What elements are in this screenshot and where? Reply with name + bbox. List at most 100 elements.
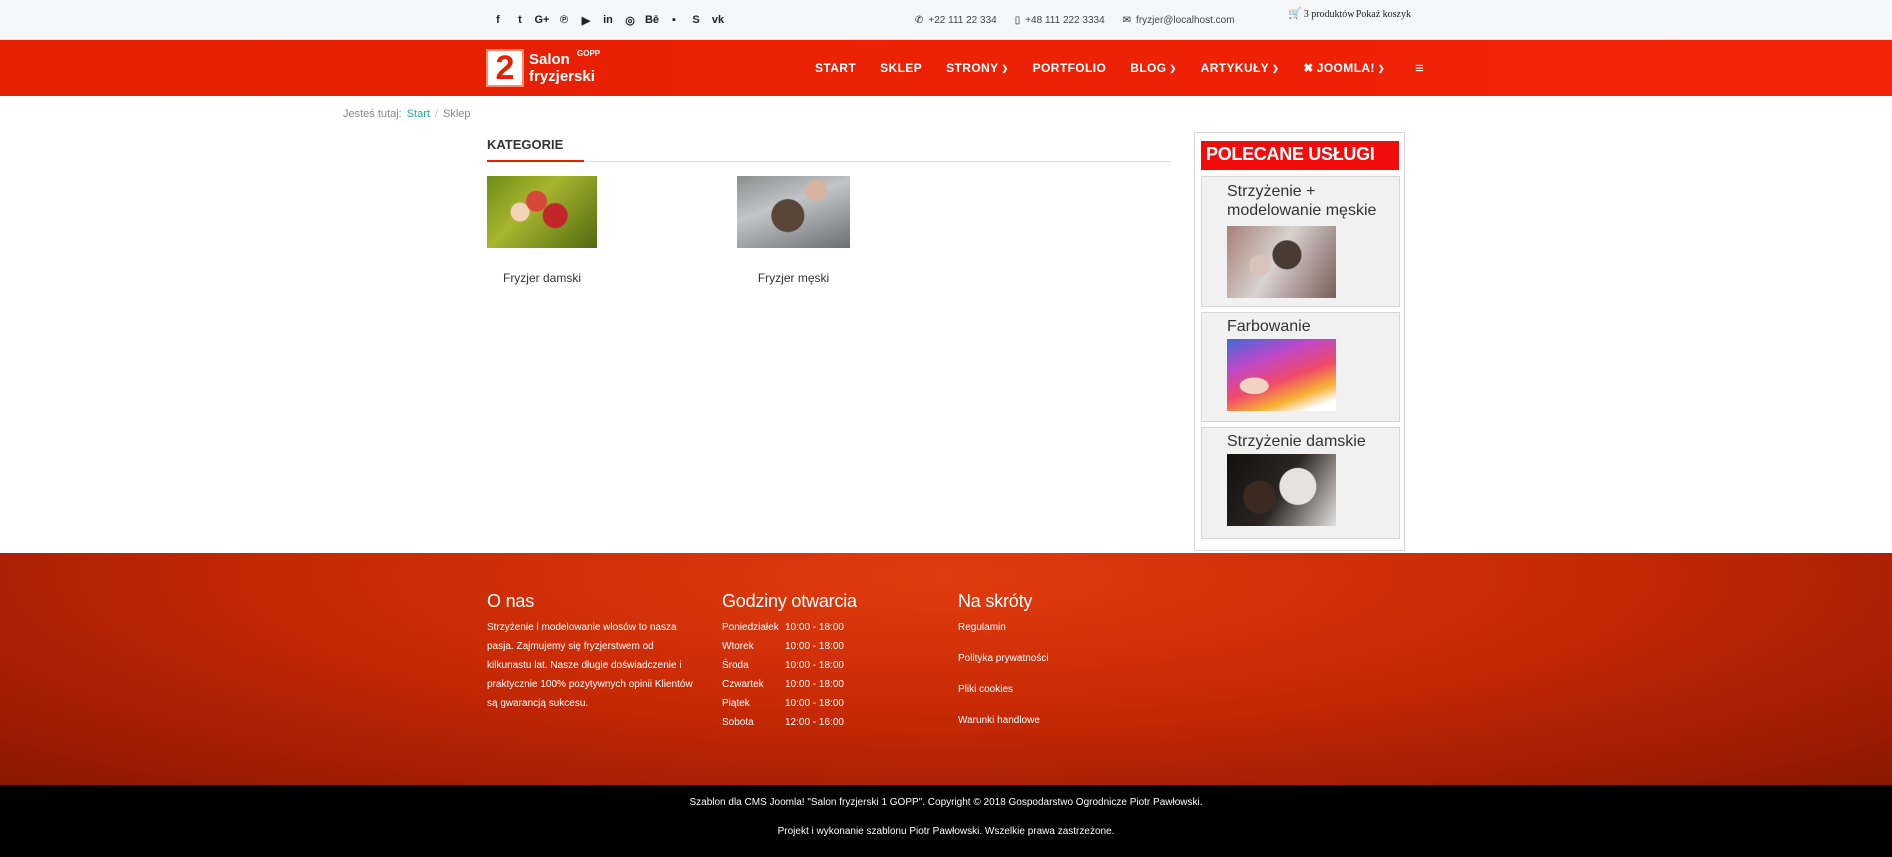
hours-day: Poniedziałek — [722, 622, 779, 633]
menu-item-start-label: START — [815, 61, 857, 75]
menu-item-artykuly[interactable]: ARTYKUŁY ❯ — [1201, 61, 1280, 75]
category-image-meski[interactable] — [737, 176, 850, 248]
logo-text: Salon GOPP fryzjerski — [529, 49, 600, 85]
footer-link-privacy[interactable]: Polityka prywatności — [958, 643, 1049, 674]
hours-day: Wtorek — [722, 641, 754, 652]
hamburger-menu-icon[interactable]: ≡ — [1415, 60, 1424, 77]
service-item[interactable]: Farbowanie — [1201, 312, 1400, 422]
menu-item-sklep[interactable]: SKLEP — [880, 61, 922, 75]
breadcrumb-current: Sklep — [443, 108, 471, 120]
social-links: f t G+ ℗ ▶ in ◎ Bē ▪ S vk — [487, 0, 729, 40]
hours-row: Środa 10:00 - 18:00 — [722, 656, 857, 675]
menu: START SKLEP STRONY ❯ PORTFOLIO BLOG ❯ ARTY… — [815, 40, 1424, 96]
sidebar-title: POLECANE USŁUGI — [1201, 141, 1399, 170]
footer-link-regulamin[interactable]: Regulamin — [958, 612, 1049, 643]
sidebar-featured-services: POLECANE USŁUGI Strzyżenie + modelowanie… — [1194, 132, 1405, 551]
skype-icon[interactable]: S — [685, 14, 707, 26]
footer-links-title: Na skróty — [958, 591, 1033, 611]
category-fryzjer-meski[interactable]: Fryzjer męski — [737, 176, 850, 285]
hours-row: Poniedziałek 10:00 - 18:00 — [722, 618, 857, 637]
category-fryzjer-damski[interactable]: Fryzjer damski — [487, 176, 597, 285]
logo-line2: fryzjerski — [529, 68, 595, 85]
categories-divider — [487, 161, 1170, 162]
site-logo[interactable]: 2 Salon GOPP fryzjerski — [486, 49, 600, 87]
top-bar: f t G+ ℗ ▶ in ◎ Bē ▪ S vk ✆ +22 111 22 33… — [0, 0, 1892, 40]
copyright-text: Szablon dla CMS Joomla! "Salon fryzjersk… — [689, 797, 1203, 808]
email-text: fryzjer@localhost.com — [1136, 14, 1235, 26]
menu-item-blog[interactable]: BLOG ❯ — [1130, 61, 1176, 75]
service-item[interactable]: Strzyżenie damskie — [1201, 427, 1400, 539]
dribbble-icon[interactable]: ◎ — [619, 14, 641, 27]
menu-item-joomla[interactable]: ✖ JOOMLA! ❯ — [1303, 61, 1385, 75]
hours-row: Sobota 12:00 - 16:00 — [722, 713, 857, 732]
footer-about: O nas Strzyżenie i modelowanie włosów to… — [487, 591, 697, 713]
menu-item-artykuly-label: ARTYKUŁY — [1200, 61, 1270, 75]
footer-opening-hours: Godziny otwarcia Poniedziałek 10:00 - 18:… — [722, 591, 857, 732]
twitter-icon[interactable]: t — [509, 14, 531, 26]
menu-item-portfolio-label: PORTFOLIO — [1032, 61, 1107, 75]
footer-link-cookies[interactable]: Pliki cookies — [958, 674, 1049, 705]
menu-item-blog-label: BLOG — [1130, 61, 1167, 75]
flickr-icon[interactable]: ▪ — [663, 14, 685, 26]
cart-widget: 🛒 3 produktów Pokaż koszyk — [1288, 9, 1416, 21]
menu-item-start[interactable]: START — [815, 61, 856, 75]
contact-info: ✆ +22 111 22 334 ▯ +48 111 222 3334 ✉ fryzj… — [915, 0, 1253, 40]
category-label-meski[interactable]: Fryzjer męski — [737, 271, 850, 285]
menu-item-joomla-label: JOOMLA! — [1316, 61, 1375, 75]
hours-day: Czwartek — [722, 679, 764, 690]
credits-text: Projekt i wykonanie szablonu Piotr Pawło… — [777, 826, 1115, 837]
category-label-damski[interactable]: Fryzjer damski — [487, 271, 597, 285]
vk-icon[interactable]: vk — [707, 14, 729, 26]
linkedin-icon[interactable]: in — [597, 14, 619, 26]
service-title[interactable]: Farbowanie — [1227, 317, 1311, 336]
copyright-bar: Szablon dla CMS Joomla! "Salon fryzjersk… — [0, 785, 1892, 857]
menu-item-sklep-label: SKLEP — [880, 61, 923, 75]
menu-item-portfolio[interactable]: PORTFOLIO — [1033, 61, 1107, 75]
hours-day: Piątek — [722, 698, 750, 709]
email-link[interactable]: ✉ fryzjer@localhost.com — [1123, 15, 1235, 26]
hours-time: 10:00 - 18:00 — [785, 622, 844, 633]
phone1-text: +22 111 22 334 — [928, 14, 997, 26]
service-title[interactable]: Strzyżenie damskie — [1227, 432, 1366, 451]
envelope-icon: ✉ — [1122, 14, 1132, 26]
logo-line1: Salon — [529, 51, 570, 68]
main-navigation: 2 Salon GOPP fryzjerski START SKLEP STRO… — [0, 40, 1892, 96]
footer-links-list: Regulamin Polityka prywatności Pliki coo… — [958, 612, 1049, 736]
categories-title: KATEGORIE — [487, 137, 564, 152]
menu-item-strony-label: STRONY — [946, 61, 999, 75]
footer-about-title: O nas — [487, 591, 535, 611]
google-plus-icon[interactable]: G+ — [531, 14, 553, 26]
facebook-icon[interactable]: f — [487, 14, 509, 26]
breadcrumb-separator: / — [434, 108, 438, 120]
phone2-text: +48 111 222 3334 — [1025, 14, 1105, 26]
behance-icon[interactable]: Bē — [641, 14, 663, 26]
hours-row: Czwartek 10:00 - 18:00 — [722, 675, 857, 694]
chevron-down-icon: ❯ — [1001, 63, 1009, 73]
category-image-damski[interactable] — [487, 176, 597, 248]
youtube-icon[interactable]: ▶ — [575, 14, 597, 27]
breadcrumb-start-link[interactable]: Start — [407, 108, 430, 120]
chevron-down-icon: ❯ — [1377, 63, 1385, 73]
pinterest-icon[interactable]: ℗ — [553, 14, 575, 26]
phone-icon: ✆ — [915, 14, 924, 26]
chevron-down-icon: ❯ — [1272, 63, 1280, 73]
service-image[interactable] — [1227, 454, 1336, 526]
service-image[interactable] — [1227, 339, 1336, 411]
logo-badge: GOPP — [577, 49, 601, 58]
phone2: ▯ +48 111 222 3334 — [1015, 15, 1105, 26]
breadcrumb: Jesteś tutaj: Start / Sklep — [343, 108, 471, 120]
menu-item-strony[interactable]: STRONY ❯ — [946, 61, 1009, 75]
hours-row: Wtorek 10:00 - 18:00 — [722, 637, 857, 656]
show-cart-link[interactable]: Pokaż koszyk — [1356, 9, 1416, 20]
service-image[interactable] — [1227, 226, 1336, 298]
footer-hours-title: Godziny otwarcia — [722, 591, 857, 611]
hours-row: Piątek 10:00 - 18:00 — [722, 694, 857, 713]
joomla-icon: ✖ — [1303, 61, 1314, 75]
service-item[interactable]: Strzyżenie + modelowanie męskie — [1201, 176, 1400, 307]
footer: O nas Strzyżenie i modelowanie włosów to… — [0, 553, 1892, 785]
footer-link-terms[interactable]: Warunki handlowe — [958, 705, 1049, 736]
service-title[interactable]: Strzyżenie + modelowanie męskie — [1227, 182, 1399, 220]
hours-time: 12:00 - 16:00 — [785, 717, 844, 728]
hours-time: 10:00 - 18:00 — [785, 641, 844, 652]
hours-time: 10:00 - 18:00 — [785, 698, 844, 709]
